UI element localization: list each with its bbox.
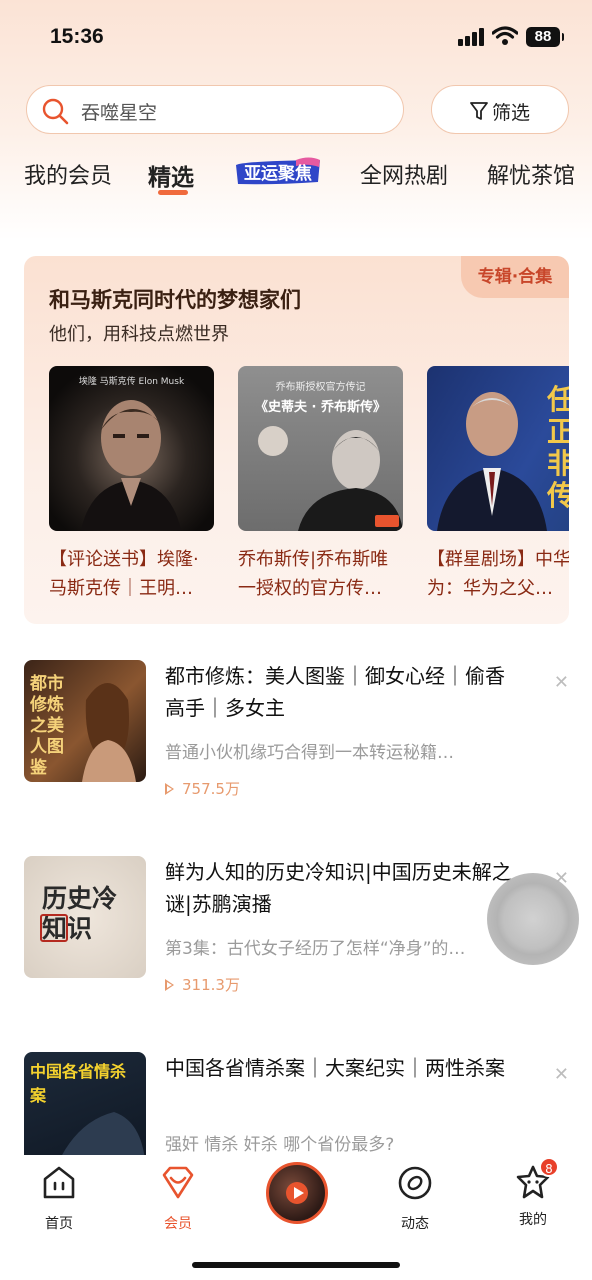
filter-label: 筛选 [492, 102, 531, 124]
nav-vip[interactable]: 会员 [138, 1163, 218, 1233]
item-title: 鲜为人知的历史冷知识|中国历史未解之谜|苏鹏演播 [165, 860, 512, 916]
item-description: 第3集：古代女子经历了怎样“净身”的… [165, 939, 466, 959]
item-title: 都市修炼：美人图鉴｜御女心经｜偷香高手｜多女主 [165, 664, 505, 720]
search-input[interactable]: 吞噬星空 [26, 85, 404, 134]
collection-book[interactable]: 任正非传 【群星剧场】中华有为：华为之父… [427, 366, 569, 603]
status-bar: 15:36 88 [0, 0, 592, 76]
portrait-image [81, 400, 181, 530]
filter-button[interactable]: 筛选 [431, 85, 569, 134]
collection-book[interactable]: 乔布斯授权官方传记 《史蒂夫 · 乔布斯传》 乔布斯传|乔布斯唯一授权的官方传… [238, 366, 404, 603]
play-count: 757.5万 [165, 778, 240, 799]
book-caption: 乔布斯传|乔布斯唯一授权的官方传… [238, 549, 389, 599]
book-caption: 【评论送书】埃隆·马斯克传｜王明… [49, 549, 199, 599]
portrait-image [437, 392, 547, 531]
book-cover: 任正非传 [427, 366, 569, 531]
home-icon [43, 1166, 75, 1199]
floating-assistive-button[interactable] [487, 873, 579, 965]
collection-badge: 专辑·合集 [461, 256, 569, 298]
tab-asian-games-logo[interactable]: 亚运聚焦 [234, 157, 322, 187]
status-time: 15:36 [50, 25, 104, 48]
cellular-signal-icon [458, 28, 486, 46]
category-tabs: 我的会员 精选 亚运聚焦 全网热剧 解忧茶馆 [0, 150, 592, 200]
item-cover: 都市修炼之美人图鉴 [24, 660, 146, 782]
discover-icon [398, 1166, 432, 1200]
battery-indicator: 88 [526, 27, 564, 47]
item-description: 普通小伙机缘巧合得到一本转运秘籍… [165, 743, 454, 763]
svg-text:亚运聚焦: 亚运聚焦 [244, 163, 312, 184]
collection-title: 和马斯克同时代的梦想家们 [49, 288, 301, 312]
dismiss-icon[interactable]: ✕ [554, 672, 569, 693]
nav-profile[interactable]: 8 我的 [493, 1157, 573, 1229]
filter-icon [470, 102, 488, 120]
tab-teahouse[interactable]: 解忧茶馆 [487, 158, 575, 190]
list-item[interactable]: 都市修炼之美人图鉴 都市修炼：美人图鉴｜御女心经｜偷香高手｜多女主 普通小伙机缘… [24, 660, 584, 810]
tab-featured[interactable]: 精选 [148, 158, 194, 192]
wifi-icon [492, 26, 518, 45]
home-indicator [192, 1262, 400, 1268]
search-icon [42, 98, 69, 125]
search-placeholder: 吞噬星空 [81, 102, 158, 124]
nav-label: 会员 [164, 1216, 192, 1232]
item-description: 强奸 情杀 奸杀 哪个省份最多? [165, 1135, 395, 1155]
nav-label: 我的 [519, 1212, 547, 1228]
book-caption: 【群星剧场】中华有为：华为之父… [427, 549, 569, 599]
play-count-icon [165, 979, 174, 991]
book-cover: 乔布斯授权官方传记 《史蒂夫 · 乔布斯传》 [238, 366, 403, 531]
vip-icon [162, 1166, 194, 1199]
play-count: 311.3万 [165, 974, 240, 995]
nav-home[interactable]: 首页 [19, 1163, 99, 1233]
play-count-icon [165, 783, 174, 795]
nav-feed[interactable]: 动态 [375, 1163, 455, 1233]
tab-hot-dramas[interactable]: 全网热剧 [360, 158, 448, 190]
collection-book[interactable]: 埃隆 马斯克传 Elon Musk 【评论送书】埃隆·马斯克传｜王明… [49, 366, 215, 603]
active-tab-indicator [158, 190, 188, 195]
item-cover: 历史冷知识 [24, 856, 146, 978]
nav-label: 首页 [45, 1216, 73, 1232]
now-playing-button[interactable] [266, 1162, 328, 1224]
dismiss-icon[interactable]: ✕ [554, 1064, 569, 1085]
notification-badge: 8 [539, 1157, 559, 1177]
item-title: 中国各省情杀案｜大案纪实｜两性杀案 [165, 1056, 505, 1080]
feature-collection-card[interactable]: 专辑·合集 和马斯克同时代的梦想家们 他们，用科技点燃世界 埃隆 马斯克传 El… [24, 256, 569, 624]
book-cover: 埃隆 马斯克传 Elon Musk [49, 366, 214, 531]
nav-label: 动态 [401, 1216, 429, 1232]
tab-my-membership[interactable]: 我的会员 [24, 158, 112, 190]
collection-subtitle: 他们，用科技点燃世界 [49, 324, 229, 345]
